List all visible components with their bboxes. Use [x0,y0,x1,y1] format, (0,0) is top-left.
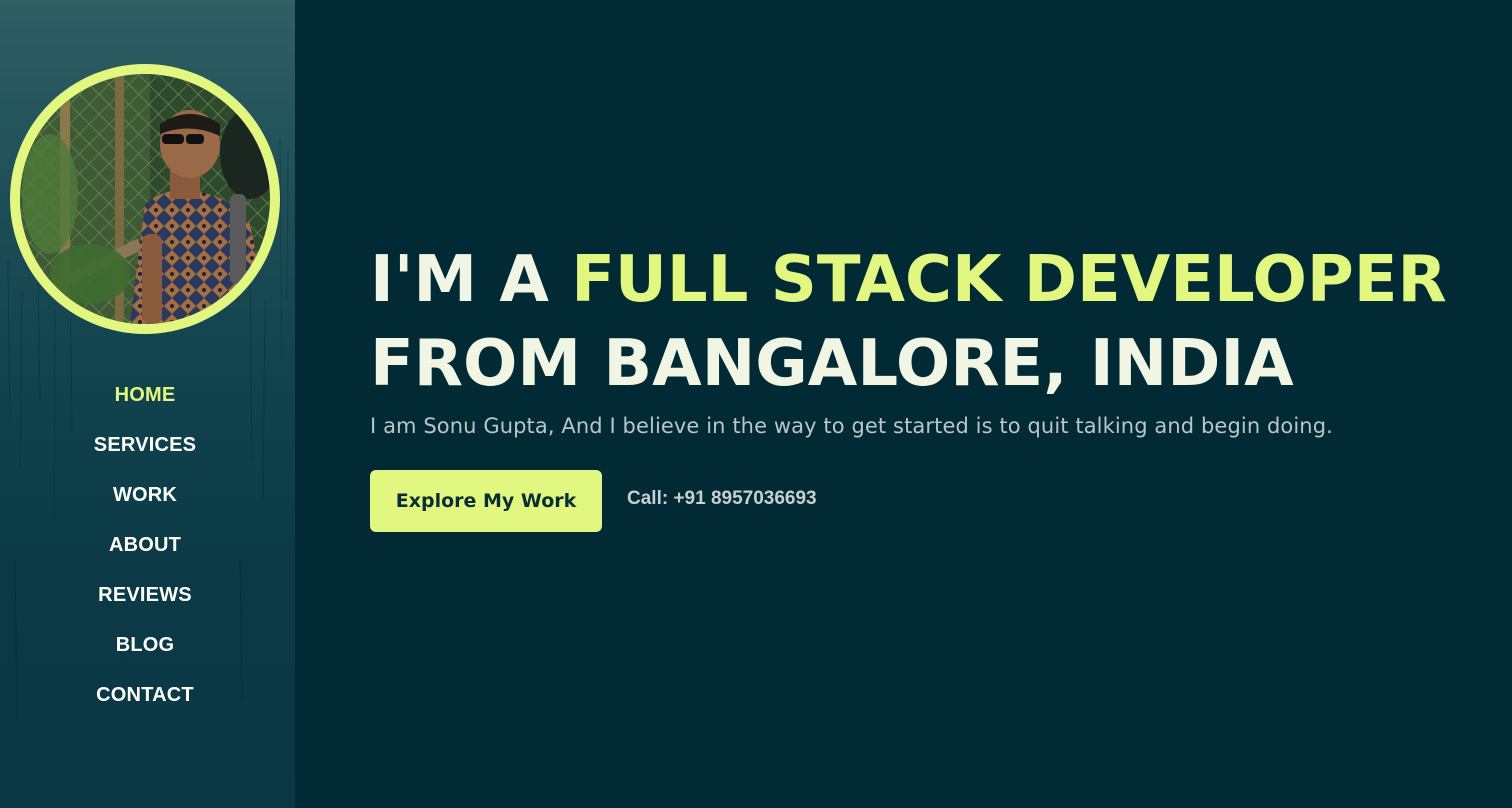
nav-item-reviews: REVIEWS [0,575,290,625]
nav-link-home[interactable]: HOME [115,384,176,406]
headline-accent: FULL STACK DEVELOPER [571,243,1447,317]
nav-item-blog: BLOG [0,625,290,675]
call-phone-link[interactable]: Call: +91 8957036693 [627,488,817,510]
explore-work-button[interactable]: Explore My Work [370,470,602,532]
hero-headline: I'M A FULL STACK DEVELOPER FROM BANGALOR… [370,238,1470,406]
nav-item-work: WORK [0,475,290,525]
headline-line2: FROM BANGALORE, INDIA [370,327,1294,401]
nav-item-services: SERVICES [0,425,290,475]
nav-link-contact[interactable]: CONTACT [96,684,194,706]
headline-prefix: I'M A [370,243,572,317]
sidebar: HOME SERVICES WORK ABOUT REVIEWS BLOG CO… [0,0,295,808]
nav-link-reviews[interactable]: REVIEWS [98,584,192,606]
avatar [20,74,270,324]
nav-item-contact: CONTACT [0,675,290,725]
nav-link-services[interactable]: SERVICES [94,434,196,456]
hero-section: I'M A FULL STACK DEVELOPER FROM BANGALOR… [370,238,1470,532]
nav-link-work[interactable]: WORK [113,484,177,506]
sidebar-nav: HOME SERVICES WORK ABOUT REVIEWS BLOG CO… [0,375,290,725]
nav-item-home: HOME [0,375,290,425]
nav-link-about[interactable]: ABOUT [109,534,181,556]
page: HOME SERVICES WORK ABOUT REVIEWS BLOG CO… [0,0,1512,808]
nav-item-about: ABOUT [0,525,290,575]
cta-row: Explore My Work Call: +91 8957036693 [370,470,1470,532]
avatar-ring [10,64,280,334]
hero-tagline: I am Sonu Gupta, And I believe in the wa… [370,414,1333,438]
nav-link-blog[interactable]: BLOG [116,634,175,656]
